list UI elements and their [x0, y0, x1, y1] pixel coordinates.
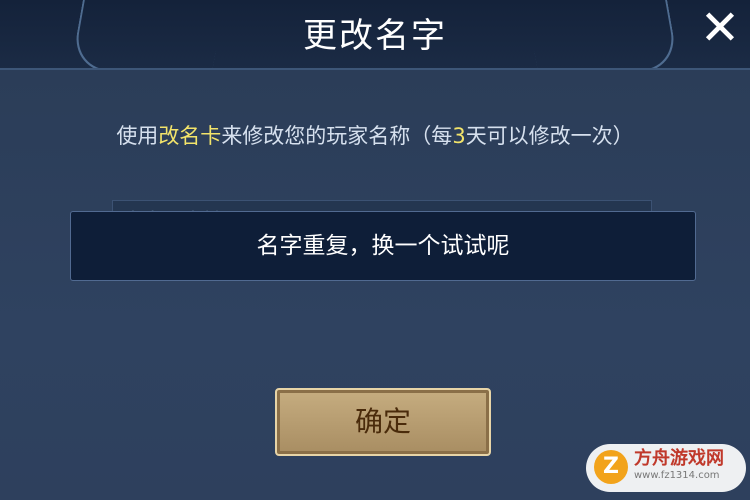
instruction-text: 使用改名卡来修改您的玩家名称（每3天可以修改一次）	[0, 120, 750, 150]
dialog-title: 更改名字	[303, 16, 447, 56]
confirm-button[interactable]: 确定	[275, 388, 491, 456]
watermark-site-name: 方舟游戏网	[634, 448, 724, 469]
duplicate-name-toast: 名字重复，换一个试试呢	[70, 211, 696, 281]
close-icon[interactable]: ✕	[698, 4, 742, 52]
instruction-middle: 来修改您的玩家名称（每	[221, 124, 453, 148]
days-highlight: 3	[452, 124, 466, 148]
instruction-prefix: 使用	[116, 124, 159, 148]
site-watermark: Z 方舟游戏网 www.fz1314.com	[586, 444, 746, 492]
rename-card-highlight: 改名卡	[158, 124, 222, 148]
watermark-logo-icon: Z	[594, 450, 628, 484]
watermark-site-url: www.fz1314.com	[634, 470, 720, 481]
instruction-suffix: 天可以修改一次）	[465, 124, 634, 148]
